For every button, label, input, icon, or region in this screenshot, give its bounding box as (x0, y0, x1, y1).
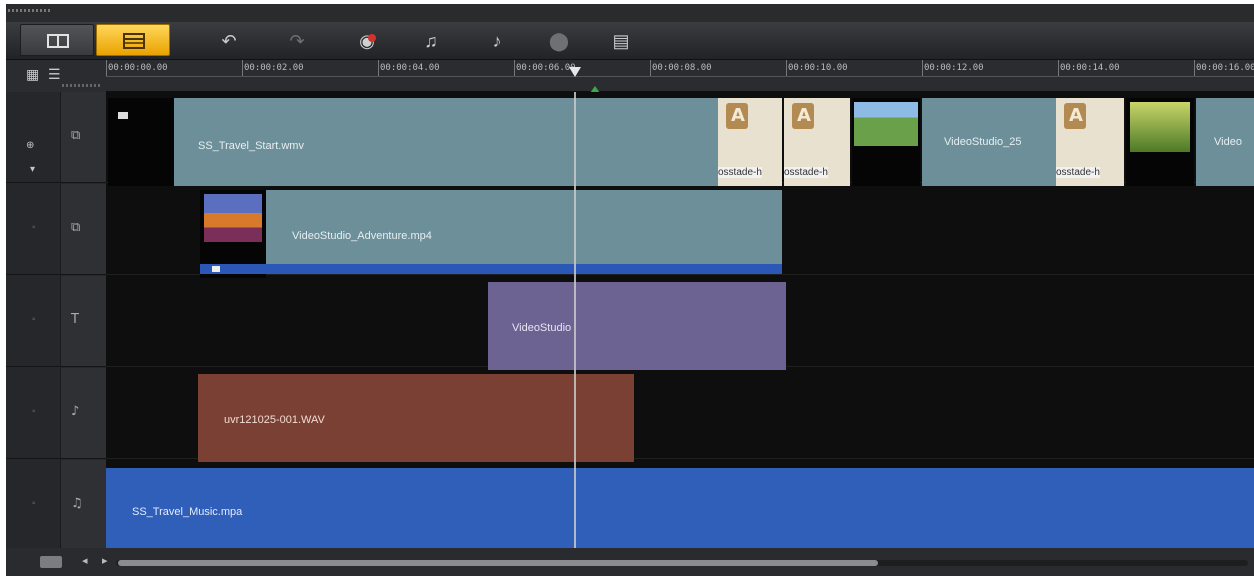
scroll-right-icon[interactable]: ▸ (102, 554, 108, 567)
tick-label: 00:00:12.00 (924, 63, 984, 73)
lock-icon[interactable]: ◦ (32, 314, 36, 325)
lock-icon[interactable]: ◦ (32, 498, 36, 509)
clip-name: osstade-h (718, 167, 762, 178)
music-track-icon: ♫ (71, 496, 83, 511)
track-toggle-icon[interactable]: ⊕ (26, 140, 34, 151)
video-track: SS_Travel_Start.wmv osstade-h osstade-h … (106, 92, 1254, 186)
timeline-view-button[interactable] (96, 24, 170, 56)
overlay-track-icon: ⧉ (71, 220, 81, 235)
timeline-tracks: SS_Travel_Start.wmv osstade-h osstade-h … (106, 92, 1254, 551)
video-clip[interactable]: Video (1196, 98, 1254, 186)
time-ruler[interactable]: 00:00:00.00 00:00:02.00 00:00:04.00 00:0… (106, 60, 1254, 92)
panel-grip[interactable] (6, 4, 1254, 22)
music-track: SS_Travel_Music.mpa (106, 460, 1254, 551)
undo-icon[interactable]: ↶ (216, 28, 242, 54)
ruler-row: ▦ ☰ 00:00:00.00 00:00:02.00 00:00:04.00 … (6, 60, 1254, 93)
subtitle-editor-icon[interactable]: ▤ (608, 28, 634, 54)
clip-name: VideoStudio (512, 322, 572, 334)
tick-label: 00:00:10.00 (788, 63, 848, 73)
video-clip[interactable]: SS_Travel_Start.wmv (174, 98, 718, 186)
voice-track-header[interactable]: ◦ ♪ (6, 368, 106, 459)
auto-music-icon[interactable]: ♪ (484, 28, 510, 54)
title-track-icon: T (71, 312, 79, 327)
overlay-track: VideoStudio_Adventure.mp4 (106, 184, 1254, 278)
playhead[interactable] (574, 92, 576, 548)
scroll-left-icon[interactable]: ◂ (82, 554, 88, 567)
music-track-header[interactable]: ◦ ♫ (6, 460, 106, 551)
track-manager-icon[interactable]: ▦ (26, 66, 39, 83)
voice-track: uvr121025-001.WAV (106, 368, 1254, 462)
clip-name: VideoStudio_Adventure.mp4 (292, 230, 432, 242)
video-track-header[interactable]: ⊕ ▾ ⧉ (6, 92, 106, 183)
clip-name: SS_Travel_Start.wmv (198, 140, 304, 152)
voice-track-icon: ♪ (71, 404, 80, 419)
video-clip[interactable]: VideoStudio_25 (922, 98, 1056, 186)
track-headers: ⊕ ▾ ⧉ ◦ ⧉ ◦ T ◦ ♪ ◦ ♫ (6, 92, 106, 551)
title-track-header[interactable]: ◦ T (6, 276, 106, 367)
chapter-list-icon[interactable]: ☰ (48, 66, 61, 83)
tick-label: 00:00:04.00 (380, 63, 440, 73)
timeline-toolbar: ↶ ↷ ◉ ♫ ♪ ⬤ ▤ (6, 22, 1254, 60)
storyboard-icon (47, 34, 69, 48)
transition-clip[interactable]: osstade-h (784, 98, 850, 186)
clip-name: SS_Travel_Music.mpa (132, 506, 243, 518)
chevron-down-icon[interactable]: ▾ (30, 164, 35, 175)
tick-label: 00:00:14.00 (1060, 63, 1120, 73)
tick-label: 00:00:06.00 (516, 63, 576, 73)
redo-icon[interactable]: ↷ (284, 28, 310, 54)
lock-icon[interactable]: ◦ (32, 406, 36, 417)
clip-thumbnail[interactable] (108, 98, 174, 186)
photo-clip[interactable] (1126, 98, 1194, 186)
overlay-track-header[interactable]: ◦ ⧉ (6, 184, 106, 275)
tick-label: 00:00:16.00 (1196, 63, 1254, 73)
photo-clip[interactable] (852, 98, 920, 186)
video-track-icon: ⧉ (71, 128, 81, 143)
storyboard-view-button[interactable] (20, 24, 94, 56)
music-clip[interactable]: SS_Travel_Music.mpa (106, 468, 1254, 550)
overlay-audio-bar[interactable] (200, 264, 782, 274)
timeline-icon (123, 33, 145, 49)
lock-icon[interactable]: ◦ (32, 222, 36, 233)
tick-label: 00:00:08.00 (652, 63, 712, 73)
title-track: VideoStudio (106, 276, 1254, 370)
title-clip[interactable]: VideoStudio (488, 282, 786, 370)
clip-name: osstade-h (784, 167, 828, 178)
tick-label: 00:00:02.00 (244, 63, 304, 73)
timeline-scrollbar: ◂ ▸ (6, 548, 1254, 576)
sound-mixer-icon[interactable]: ♫ (418, 28, 444, 54)
ruler-controls: ▦ ☰ (6, 60, 106, 92)
scroll-thumb[interactable] (118, 560, 878, 566)
playhead-handle[interactable] (569, 67, 581, 77)
tick-label: 00:00:00.00 (108, 63, 168, 73)
clip-name: uvr121025-001.WAV (224, 414, 325, 426)
motion-tracking-icon[interactable]: ⬤ (546, 28, 572, 54)
transition-clip[interactable]: osstade-h (1056, 98, 1124, 186)
timeline-panel: ↶ ↷ ◉ ♫ ♪ ⬤ ▤ ▦ ☰ 00:00:00.00 00:00:02.0… (6, 4, 1254, 576)
zoom-fit-icon[interactable] (40, 556, 62, 568)
record-capture-icon[interactable]: ◉ (354, 28, 380, 54)
overlay-clip[interactable]: VideoStudio_Adventure.mp4 (266, 190, 782, 270)
clip-name: osstade-h (1056, 167, 1100, 178)
transition-clip[interactable]: osstade-h (718, 98, 782, 186)
clip-name: Video (1214, 136, 1242, 148)
clip-name: VideoStudio_25 (944, 136, 1022, 148)
voice-clip[interactable]: uvr121025-001.WAV (198, 374, 634, 462)
